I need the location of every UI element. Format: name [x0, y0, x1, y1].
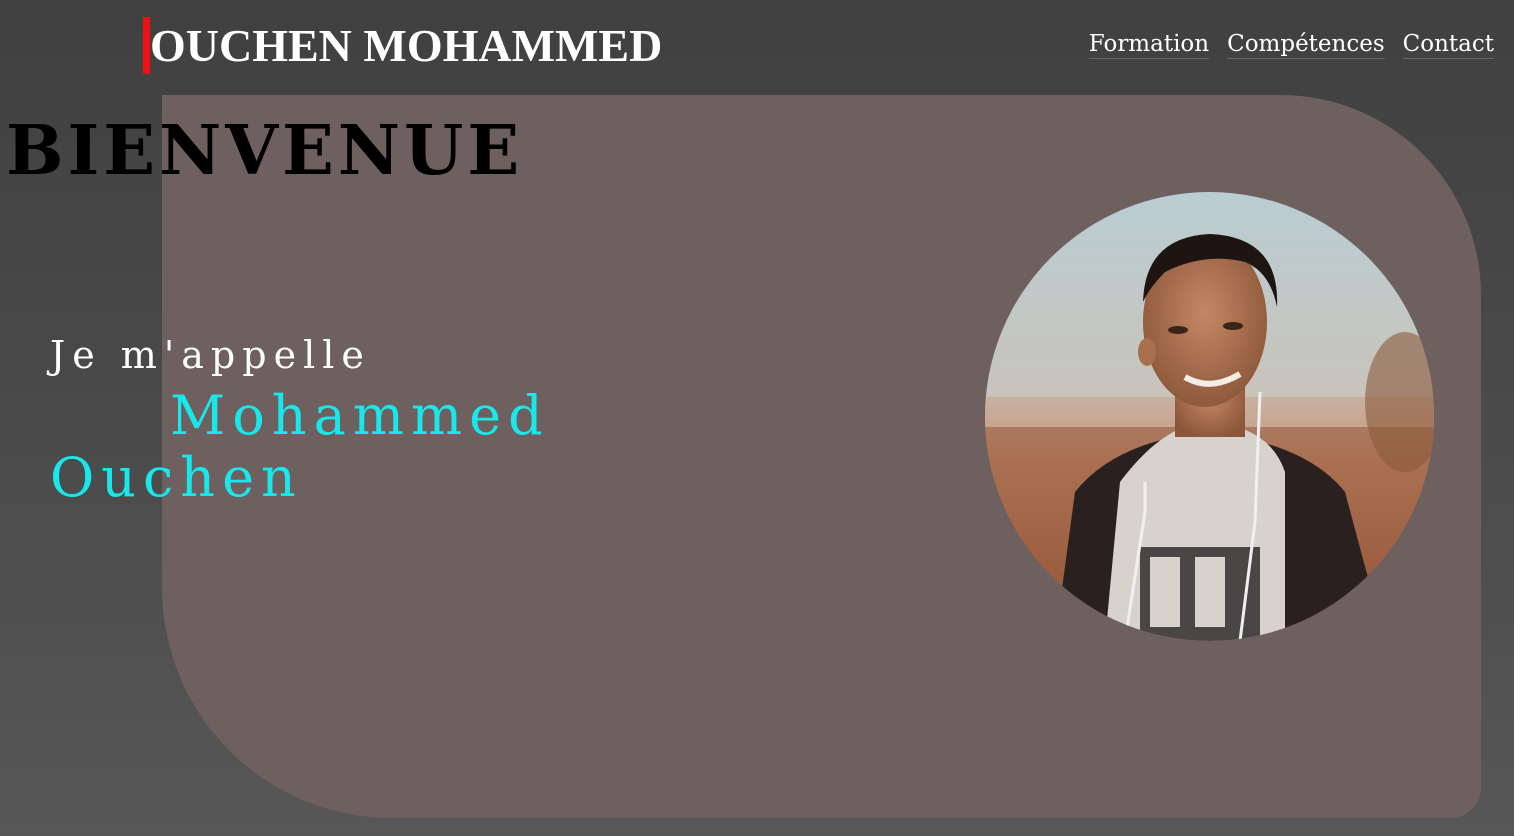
nav-link-competences[interactable]: Compétences — [1227, 31, 1385, 59]
main-nav: Formation Compétences Contact — [1088, 31, 1494, 59]
welcome-heading: BIENVENUE — [6, 111, 524, 191]
brand-logo[interactable]: OUCHEN MOHAMMED — [143, 17, 662, 74]
last-name: Ouchen — [50, 446, 303, 509]
profile-photo — [985, 192, 1434, 641]
site-header: OUCHEN MOHAMMED Formation Compétences Co… — [0, 0, 1514, 95]
nav-link-formation[interactable]: Formation — [1088, 31, 1210, 59]
nav-link-contact[interactable]: Contact — [1402, 31, 1494, 59]
first-name: Mohammed — [170, 384, 550, 447]
intro-text: Je m'appelle — [50, 333, 371, 377]
brand-name: OUCHEN MOHAMMED — [150, 20, 663, 71]
